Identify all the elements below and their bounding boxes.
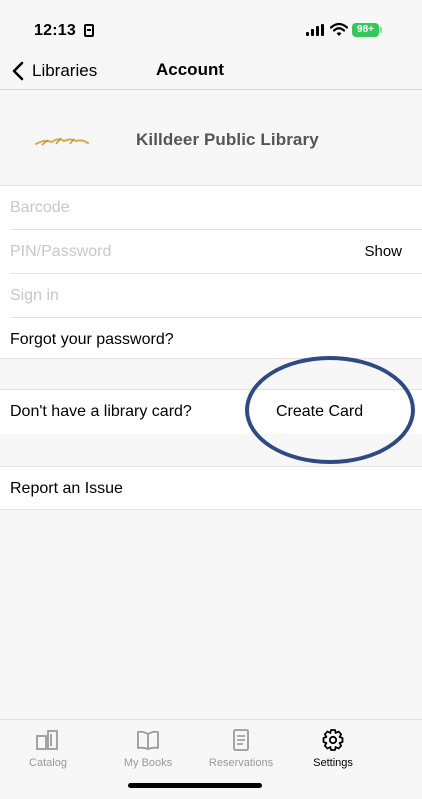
report-issue-row[interactable]: Report an Issue <box>0 466 422 510</box>
library-card-question: Don't have a library card? <box>10 403 192 420</box>
forgot-password-row: Forgot your password? <box>10 318 422 362</box>
wifi-icon <box>330 22 348 36</box>
tab-my-books[interactable]: My Books <box>108 728 188 769</box>
section-divider <box>0 358 422 390</box>
chevron-left-icon <box>12 61 24 81</box>
forgot-password-link[interactable]: Forgot your password? <box>10 331 174 349</box>
library-logo <box>35 137 89 146</box>
status-bar: 12:13 98+ <box>0 0 422 52</box>
tab-label: Settings <box>313 757 353 769</box>
library-name: Killdeer Public Library <box>136 130 319 149</box>
account-content: Killdeer Public Library Show Sign in For… <box>0 90 422 719</box>
tab-label: Catalog <box>29 757 67 769</box>
sign-in-row: Sign in <box>10 274 422 318</box>
status-time: 12:13 <box>34 22 76 39</box>
barcode-row <box>10 186 422 230</box>
show-password-button[interactable]: Show <box>364 243 402 260</box>
tab-reservations[interactable]: Reservations <box>201 728 281 769</box>
back-label: Libraries <box>32 61 98 80</box>
back-button[interactable]: Libraries <box>8 58 97 84</box>
catalog-icon <box>36 730 58 750</box>
page-title: Account <box>156 60 224 79</box>
pin-row: Show <box>10 230 422 274</box>
pin-password-input[interactable] <box>10 230 310 273</box>
battery-icon: 98+ <box>352 23 382 37</box>
report-issue-button[interactable]: Report an Issue <box>10 480 123 498</box>
sign-in-form: Show Sign in Forgot your password? <box>0 186 422 362</box>
cellular-signal-icon <box>306 24 324 36</box>
gear-icon <box>322 729 344 751</box>
navigation-bar: Libraries Account <box>0 52 422 90</box>
orientation-lock-icon <box>84 24 94 37</box>
home-indicator <box>128 783 262 788</box>
library-card-row: Don't have a library card? Create Card <box>0 390 422 434</box>
tab-label: Reservations <box>208 757 274 769</box>
barcode-input[interactable] <box>10 186 422 229</box>
tab-settings[interactable]: Settings <box>293 728 373 769</box>
tab-catalog[interactable]: Catalog <box>8 728 88 769</box>
tab-label: My Books <box>123 757 173 769</box>
create-card-button[interactable]: Create Card <box>276 403 363 421</box>
reservations-icon <box>233 729 249 751</box>
library-header: Killdeer Public Library <box>0 90 422 186</box>
book-icon <box>137 730 159 750</box>
sign-in-button[interactable]: Sign in <box>10 287 59 305</box>
